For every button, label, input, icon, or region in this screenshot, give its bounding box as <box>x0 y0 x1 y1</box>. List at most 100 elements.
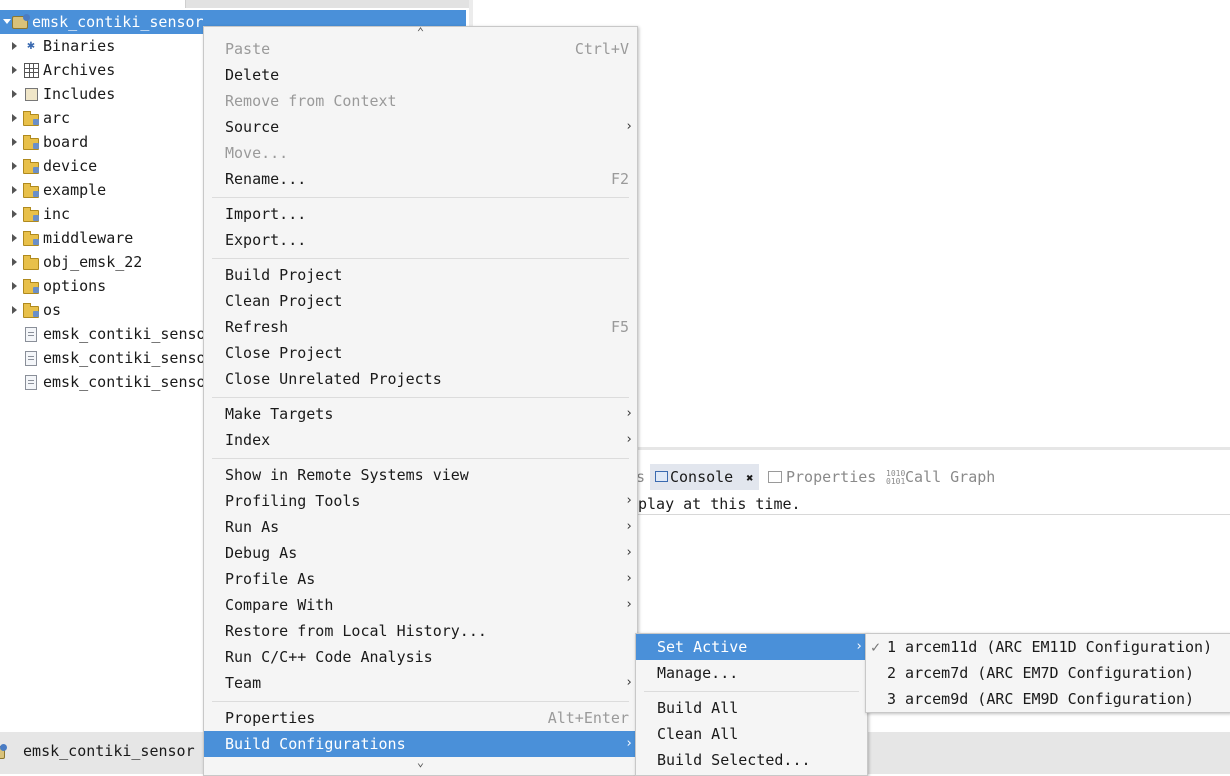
tree-item-5[interactable]: device <box>0 154 97 178</box>
menu-clean-all[interactable]: Clean All <box>636 721 867 747</box>
menu-source[interactable]: Source › <box>204 114 637 140</box>
tree-item-label: Includes <box>43 85 116 103</box>
tree-item-1[interactable]: Archives <box>0 58 115 82</box>
menu-clean-project[interactable]: Clean Project <box>204 288 637 314</box>
config-item-arcem11d[interactable]: ✓ 1 arcem11d (ARC EM11D Configuration) <box>866 634 1230 660</box>
tab-console[interactable]: Console ✖ <box>650 464 760 490</box>
source-folder-icon <box>23 302 39 318</box>
menu-build-all[interactable]: Build All <box>636 695 867 721</box>
expand-arrow-icon[interactable] <box>12 138 17 146</box>
expand-arrow-icon[interactable] <box>12 234 17 242</box>
panel-divider <box>636 514 1230 515</box>
tree-item-13[interactable]: emsk_contiki_senso <box>0 346 206 370</box>
includes-icon <box>23 86 39 102</box>
expand-arrow-icon[interactable] <box>12 90 17 98</box>
scroll-down-icon[interactable]: ⌄ <box>204 755 637 769</box>
binaries-icon: ✱ <box>27 38 35 53</box>
submenu-arrow-icon: › <box>625 675 633 690</box>
submenu-arrow-icon: › <box>625 519 633 534</box>
menu-manage[interactable]: Manage... <box>636 660 867 686</box>
set-active-submenu: ✓ 1 arcem11d (ARC EM11D Configuration) 2… <box>865 633 1230 713</box>
menu-index[interactable]: Index › <box>204 427 637 453</box>
tree-item-label: arc <box>43 109 71 127</box>
source-folder-icon <box>23 158 39 174</box>
menu-paste[interactable]: Paste Ctrl+V <box>204 36 637 62</box>
expand-arrow-icon[interactable] <box>12 210 17 218</box>
properties-icon <box>768 471 782 483</box>
expand-arrow-icon[interactable] <box>12 282 17 290</box>
menu-team[interactable]: Team › <box>204 670 637 696</box>
config-item-arcem7d[interactable]: 2 arcem7d (ARC EM7D Configuration) <box>866 660 1230 686</box>
project-label: emsk_contiki_sensor <box>32 13 204 31</box>
submenu-arrow-icon: › <box>625 597 633 612</box>
tree-item-9[interactable]: obj_emsk_22 <box>0 250 142 274</box>
tree-item-label: emsk_contiki_senso <box>43 349 206 367</box>
tree-item-14[interactable]: emsk_contiki_senso <box>0 370 206 394</box>
tree-item-0[interactable]: ✱ Binaries <box>0 34 115 58</box>
expand-arrow-icon[interactable] <box>12 114 17 122</box>
collapse-arrow-icon[interactable] <box>3 19 11 24</box>
menu-separator <box>644 691 859 692</box>
menu-separator <box>212 258 629 259</box>
menu-remove-from-context[interactable]: Remove from Context <box>204 88 637 114</box>
menu-close-project[interactable]: Close Project <box>204 340 637 366</box>
submenu-arrow-icon: › <box>625 736 633 751</box>
tab-properties[interactable]: Properties <box>766 464 876 490</box>
tree-item-7[interactable]: inc <box>0 202 70 226</box>
tree-item-4[interactable]: board <box>0 130 88 154</box>
tree-item-10[interactable]: options <box>0 274 106 298</box>
tab-call-graph[interactable]: 1010 0101 Call Graph <box>886 464 995 490</box>
menu-run-as[interactable]: Run As › <box>204 514 637 540</box>
close-icon[interactable]: ✖ <box>746 471 753 485</box>
tree-item-label: emsk_contiki_senso <box>43 325 206 343</box>
tree-item-label: Binaries <box>43 37 116 55</box>
config-item-arcem9d[interactable]: 3 arcem9d (ARC EM9D Configuration) <box>866 686 1230 712</box>
submenu-arrow-icon: › <box>625 571 633 586</box>
tree-item-6[interactable]: example <box>0 178 106 202</box>
menu-profiling-tools[interactable]: Profiling Tools › <box>204 488 637 514</box>
tree-item-8[interactable]: middleware <box>0 226 133 250</box>
check-icon: ✓ <box>871 638 881 656</box>
menu-build-configurations[interactable]: Build Configurations › <box>204 731 637 757</box>
submenu-arrow-icon: › <box>855 639 863 654</box>
tree-item-label: obj_emsk_22 <box>43 253 143 271</box>
menu-refresh[interactable]: Refresh F5 <box>204 314 637 340</box>
expand-arrow-icon[interactable] <box>12 162 17 170</box>
menu-import[interactable]: Import... <box>204 201 637 227</box>
tree-item-12[interactable]: emsk_contiki_senso <box>0 322 206 346</box>
menu-run-code-analysis[interactable]: Run C/C++ Code Analysis <box>204 644 637 670</box>
menu-debug-as[interactable]: Debug As › <box>204 540 637 566</box>
source-folder-icon <box>23 278 39 294</box>
menu-close-unrelated-projects[interactable]: Close Unrelated Projects <box>204 366 637 392</box>
menu-delete[interactable]: Delete <box>204 62 637 88</box>
tree-item-2[interactable]: Includes <box>0 82 115 106</box>
tree-item-11[interactable]: os <box>0 298 61 322</box>
explorer-right-border <box>469 0 473 26</box>
submenu-arrow-icon: › <box>625 432 633 447</box>
tree-item-label: middleware <box>43 229 134 247</box>
expand-arrow-icon[interactable] <box>12 186 17 194</box>
expand-arrow-icon[interactable] <box>12 42 17 50</box>
menu-properties[interactable]: Properties Alt+Enter <box>204 705 637 731</box>
menu-build-project[interactable]: Build Project <box>204 262 637 288</box>
menu-build-selected[interactable]: Build Selected... <box>636 747 867 773</box>
menu-set-active[interactable]: Set Active › <box>636 634 867 660</box>
menu-export[interactable]: Export... <box>204 227 637 253</box>
tree-item-label: os <box>43 301 62 319</box>
menu-restore-local-history[interactable]: Restore from Local History... <box>204 618 637 644</box>
menu-compare-with[interactable]: Compare With › <box>204 592 637 618</box>
menu-separator <box>212 458 629 459</box>
expand-arrow-icon[interactable] <box>12 258 17 266</box>
menu-make-targets[interactable]: Make Targets › <box>204 401 637 427</box>
submenu-arrow-icon: › <box>625 493 633 508</box>
menu-profile-as[interactable]: Profile As › <box>204 566 637 592</box>
menu-separator <box>212 701 629 702</box>
menu-separator <box>212 397 629 398</box>
menu-move[interactable]: Move... <box>204 140 637 166</box>
expand-arrow-icon[interactable] <box>12 66 17 74</box>
tree-item-3[interactable]: arc <box>0 106 70 130</box>
expand-arrow-icon[interactable] <box>12 306 17 314</box>
menu-rename[interactable]: Rename... F2 <box>204 166 637 192</box>
source-folder-icon <box>23 182 39 198</box>
menu-show-remote-systems[interactable]: Show in Remote Systems view <box>204 462 637 488</box>
